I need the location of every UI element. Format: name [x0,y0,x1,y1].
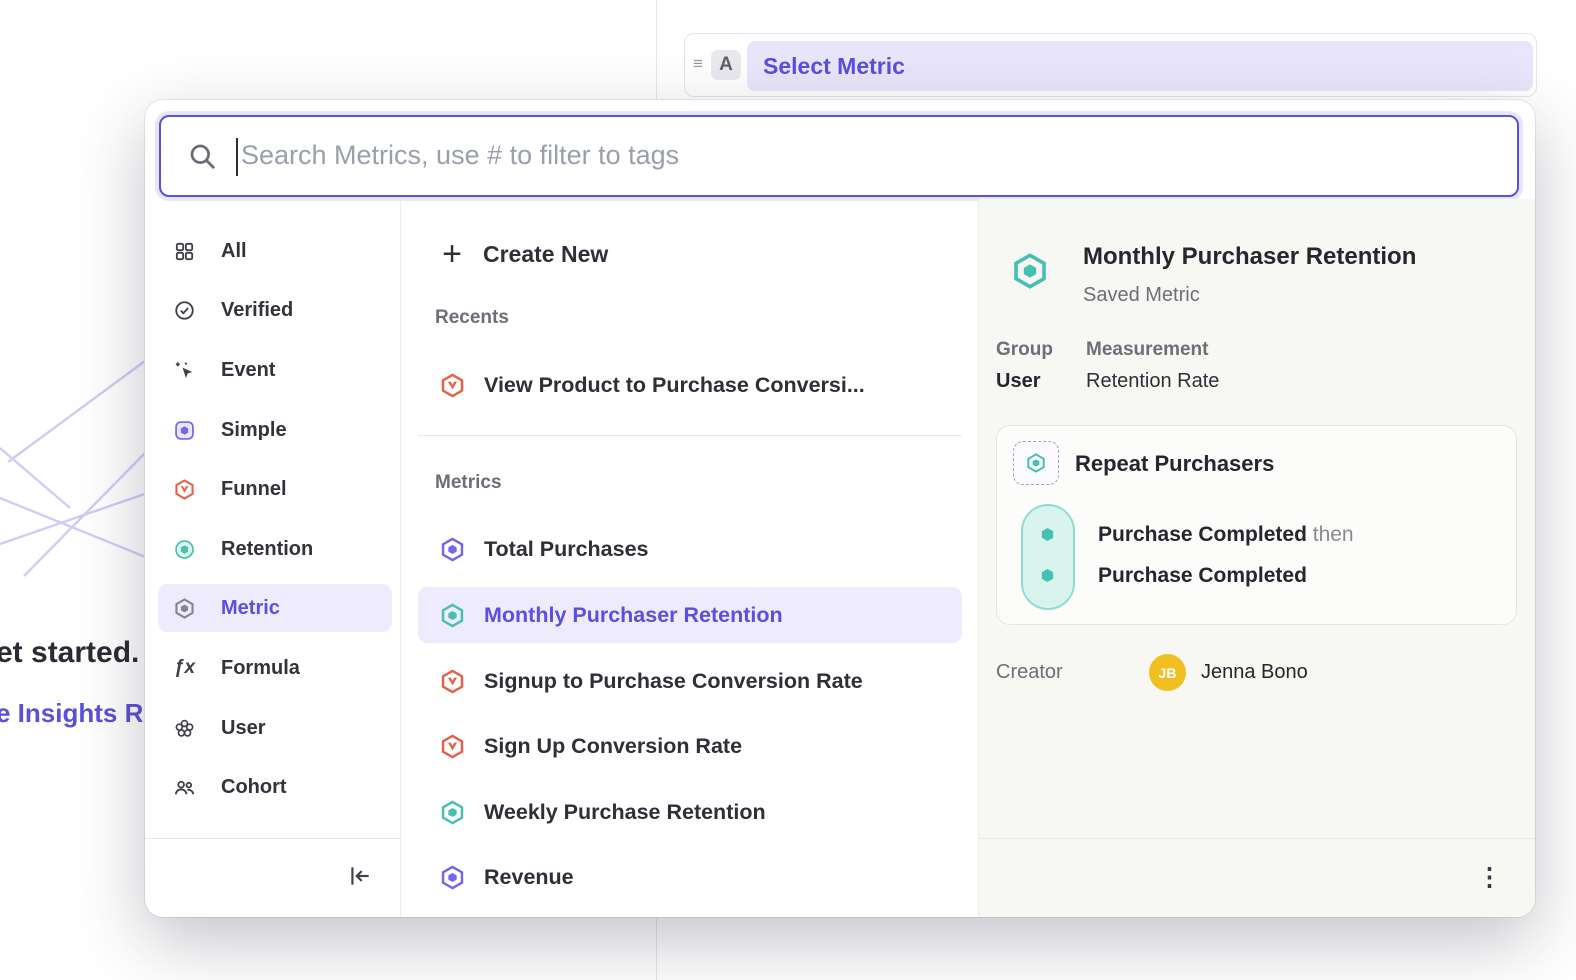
search-box[interactable] [159,115,1519,197]
collapse-sidebar-button[interactable] [343,860,377,894]
metric-item[interactable]: Signup to Purchase Conversion Rate [418,653,962,709]
sidebar-item-label: User [221,717,265,740]
metric-item-label: Monthly Purchaser Retention [484,603,783,628]
sidebar-item-metric[interactable]: Metric [158,584,392,632]
sidebar-item-cohort[interactable]: Cohort [158,763,392,811]
create-new-button[interactable]: + Create New [418,228,962,280]
text-caret [236,138,238,176]
creator-avatar: JB [1149,654,1186,691]
simple-metric-icon [173,419,196,442]
definition-step-2: Purchase Completed [1098,564,1307,588]
sidebar-item-label: Verified [221,299,293,322]
metric-item[interactable]: Total Purchases [418,521,962,577]
metric-item-label: Revenue [484,865,574,890]
metric-item[interactable]: Revenue [418,849,962,905]
metric-item-label: Weekly Purchase Retention [484,800,766,825]
plus-icon: + [439,241,465,267]
background-headline: et started. [0,636,139,670]
step-event-name: Purchase Completed [1098,523,1307,546]
retention-metric-icon [439,602,466,629]
measurement-value: Retention Rate [1086,370,1219,393]
category-sidebar: All Verified Event Simple Funnel Retenti… [145,199,400,917]
funnel-metric-icon [439,733,466,760]
series-badge: A [711,50,741,80]
sidebar-item-funnel[interactable]: Funnel [158,465,392,513]
detail-subtitle: Saved Metric [1083,284,1200,307]
sidebar-item-label: Metric [221,597,280,620]
simple-metric-icon [439,864,466,891]
detail-footer-divider [979,838,1535,839]
detail-title: Monthly Purchaser Retention [1083,243,1416,271]
recents-header: Recents [435,307,509,329]
sidebar-item-simple[interactable]: Simple [158,406,392,454]
sidebar-item-event[interactable]: Event [158,346,392,394]
metric-item-label: Signup to Purchase Conversion Rate [484,669,863,694]
retention-metric-icon [1010,251,1050,291]
metric-item[interactable]: Sign Up Conversion Rate [418,718,962,774]
event-steps-capsule [1021,504,1075,610]
metric-item-label: Sign Up Conversion Rate [484,734,742,759]
funnel-metric-icon [439,668,466,695]
funnel-metric-icon [439,372,466,399]
metric-list: + Create New Recents View Product to Pur… [401,199,978,917]
funnel-icon [173,478,196,501]
metric-item-label: Total Purchases [484,537,649,562]
definition-step-1: Purchase Completed then [1098,523,1354,547]
sidebar-item-label: Simple [221,419,287,442]
measurement-label: Measurement [1086,339,1209,361]
metric-item[interactable]: Weekly Purchase Retention [418,784,962,840]
verified-badge-icon [173,299,196,322]
sidebar-item-verified[interactable]: Verified [158,286,392,334]
user-profile-icon [173,717,196,740]
metric-detail-panel: Monthly Purchaser Retention Saved Metric… [978,199,1535,917]
cohort-icon [173,776,196,799]
select-metric-field[interactable]: Select Metric [747,41,1533,91]
search-icon [187,141,218,172]
recent-item-label: View Product to Purchase Conversi... [484,373,865,398]
sidebar-item-label: Retention [221,538,313,561]
event-hexagon-icon [1039,567,1056,584]
recent-item[interactable]: View Product to Purchase Conversi... [418,357,962,413]
sidebar-item-label: All [221,240,247,263]
retention-icon [173,538,196,561]
formula-icon: ƒx [173,657,196,680]
sidebar-item-retention[interactable]: Retention [158,525,392,573]
simple-metric-icon [439,536,466,563]
group-label: Group [996,339,1053,361]
definition-icon-box [1013,441,1059,485]
retention-metric-icon [439,799,466,826]
collapse-left-icon [347,863,373,889]
background-link[interactable]: e Insights Re [0,698,158,729]
metric-definition-card: Repeat Purchasers Purchase Completed the… [996,425,1517,625]
event-cursor-icon [173,359,196,382]
event-hexagon-icon [1039,526,1056,543]
group-value: User [996,370,1040,393]
sidebar-item-user[interactable]: User [158,704,392,752]
metric-picker-modal: All Verified Event Simple Funnel Retenti… [145,100,1535,917]
drag-handle-icon[interactable]: ≡ [693,54,703,74]
sidebar-item-formula[interactable]: ƒx Formula [158,644,392,692]
sidebar-item-label: Cohort [221,776,287,799]
sidebar-item-label: Event [221,359,275,382]
sidebar-item-all[interactable]: All [158,227,392,275]
sidebar-item-label: Formula [221,657,300,680]
metric-hexagon-icon [173,597,196,620]
select-metric-label: Select Metric [763,53,905,80]
retention-metric-icon [1025,452,1047,474]
more-options-button[interactable]: ⋮ [1471,860,1505,894]
grid-icon [173,240,196,263]
search-input[interactable] [239,119,1479,191]
sidebar-footer-divider [145,838,400,839]
metric-picker-bar: ≡ A Select Metric [684,33,1537,97]
list-divider [418,435,962,436]
metric-item-selected[interactable]: Monthly Purchaser Retention [418,587,962,643]
metrics-header: Metrics [435,472,502,494]
creator-label: Creator [996,661,1063,684]
creator-name: Jenna Bono [1201,661,1308,684]
sidebar-item-label: Funnel [221,478,287,501]
definition-title: Repeat Purchasers [1075,451,1274,477]
step-connector: then [1307,523,1354,546]
create-new-label: Create New [483,241,608,268]
